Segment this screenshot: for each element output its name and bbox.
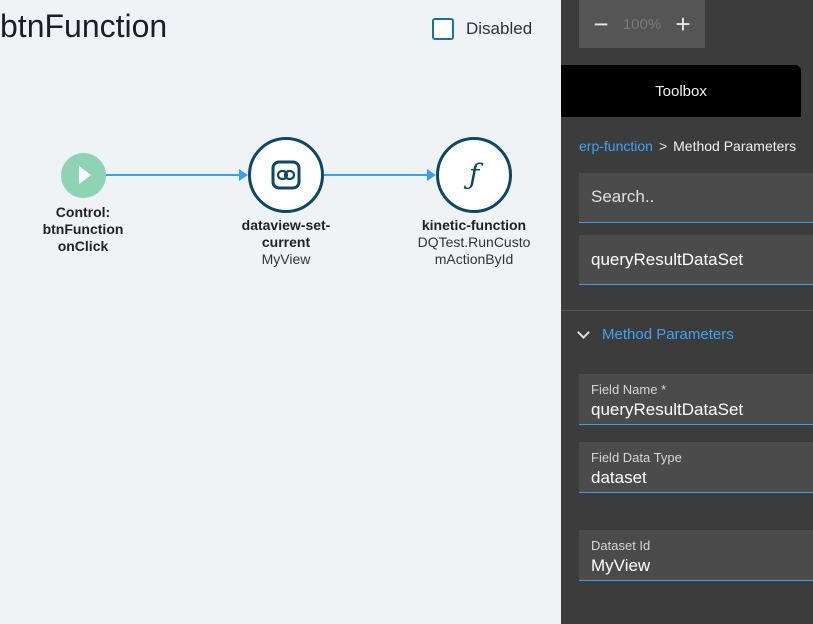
connector-1-arrow-icon <box>239 169 248 181</box>
search-box[interactable] <box>579 173 813 223</box>
field-name-label: Field Name * <box>591 382 667 397</box>
disabled-toggle[interactable]: Disabled <box>432 18 532 40</box>
selected-field-box[interactable]: queryResultDataSet <box>579 235 813 285</box>
start-node-label: Control: btnFunction onClick <box>30 204 136 255</box>
field-data-type-label: Field Data Type <box>591 450 682 465</box>
dataview-node-type: dataview-set- <box>241 217 331 233</box>
field-data-type-input[interactable]: Field Data Type dataset <box>579 442 813 493</box>
dataview-node-label: dataview-set- current MyView <box>226 217 346 268</box>
dataview-node-name: current <box>261 234 311 250</box>
page-title: btnFunction <box>0 8 168 44</box>
play-icon <box>79 166 91 184</box>
chevron-down-icon <box>577 326 590 339</box>
field-data-type-value: dataset <box>591 468 647 487</box>
breadcrumb-erp-function-link[interactable]: erp-function <box>579 138 653 154</box>
start-node-type: Control: <box>55 204 111 220</box>
breadcrumb: erp-function > Method Parameters <box>579 138 796 154</box>
kinetic-function-node-type: kinetic-function <box>421 217 527 233</box>
function-icon: ƒ <box>463 158 484 191</box>
kinetic-function-node-name-line2: mActionById <box>434 251 514 267</box>
connector-1 <box>106 174 240 176</box>
connector-2 <box>324 174 428 176</box>
dataview-node-view: MyView <box>261 251 311 267</box>
connector-2-arrow-icon <box>427 169 436 181</box>
method-parameters-section-toggle[interactable]: Method Parameters <box>577 326 734 343</box>
dataview-node[interactable] <box>248 137 324 213</box>
breadcrumb-current: Method Parameters <box>673 138 797 154</box>
svg-text:ƒ: ƒ <box>463 158 484 191</box>
breadcrumb-separator: > <box>658 138 668 154</box>
flow-canvas[interactable]: btnFunction Disabled Control: btnFunctio… <box>0 0 561 624</box>
field-name-input[interactable]: Field Name * queryResultDataSet <box>579 374 813 425</box>
field-name-value: queryResultDataSet <box>591 400 744 419</box>
kinetic-function-node-label: kinetic-function DQTest.RunCusto mAction… <box>410 217 538 268</box>
zoom-level: 100% <box>622 15 662 33</box>
panel-divider <box>561 310 813 311</box>
zoom-out-button[interactable]: − <box>589 11 613 37</box>
kinetic-function-node-name-line1: DQTest.RunCusto <box>417 234 531 250</box>
link-icon <box>271 160 301 190</box>
kinetic-function-node[interactable]: ƒ <box>436 137 512 213</box>
search-input[interactable] <box>591 187 811 207</box>
dataset-id-label: Dataset Id <box>591 538 651 553</box>
disabled-checkbox[interactable] <box>432 18 454 40</box>
dataset-id-input[interactable]: Dataset Id MyView <box>579 530 813 581</box>
toolbox-tab[interactable]: Toolbox <box>561 65 801 117</box>
zoom-control: − 100% + <box>579 0 705 48</box>
method-parameters-section-title: Method Parameters <box>602 326 734 343</box>
properties-panel: − 100% + Toolbox erp-function > Method Par… <box>561 0 813 624</box>
start-node-event: onClick <box>57 238 109 254</box>
start-node-name: btnFunction <box>42 221 124 237</box>
disabled-label: Disabled <box>466 19 533 38</box>
selected-field-value: queryResultDataSet <box>591 250 744 269</box>
start-node[interactable] <box>61 153 106 198</box>
dataset-id-value: MyView <box>591 556 651 575</box>
zoom-in-button[interactable]: + <box>671 11 695 37</box>
